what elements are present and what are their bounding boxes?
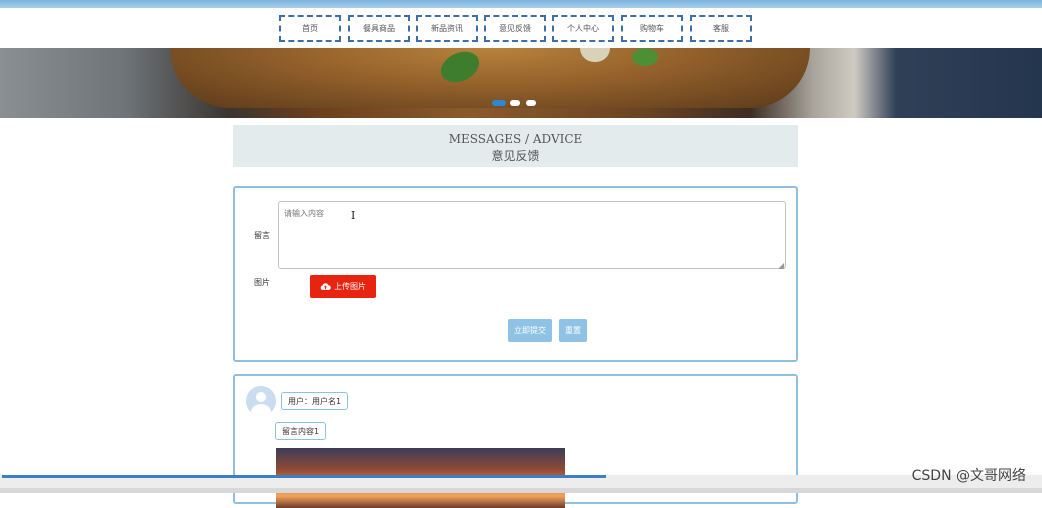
carousel-dot-1[interactable] xyxy=(492,100,506,106)
image-label: 图片 xyxy=(254,278,270,287)
nav-item-cart[interactable]: 购物车 xyxy=(621,15,683,42)
banner-food-image xyxy=(170,48,810,108)
carousel-dot-3[interactable] xyxy=(526,100,536,106)
message-label: 留言 xyxy=(254,231,270,240)
message-content: 留言内容1 xyxy=(275,422,327,440)
scrollbar-thumb[interactable] xyxy=(2,475,606,478)
hero-banner xyxy=(0,48,1042,118)
section-title-en: MESSAGES / ADVICE xyxy=(448,132,583,146)
nav-item-service[interactable]: 客服 xyxy=(690,15,752,42)
watermark-text: CSDN @文哥网络 xyxy=(911,468,1026,484)
upload-button-label: 上传图片 xyxy=(334,282,366,291)
horizontal-scrollbar[interactable] xyxy=(0,475,1042,493)
submit-button[interactable]: 立即提交 xyxy=(508,319,552,342)
nav-item-tableware[interactable]: 餐具商品 xyxy=(348,15,410,42)
top-nav: 首页 餐具商品 新品资讯 意见反馈 个人中心 购物车 客服 xyxy=(0,8,1042,48)
text-cursor-icon: I xyxy=(351,209,356,222)
section-title-cn: 意见反馈 xyxy=(491,149,540,163)
nav-item-news[interactable]: 新品资讯 xyxy=(416,15,478,42)
carousel-dot-2[interactable] xyxy=(510,100,520,106)
scrollbar-track xyxy=(0,488,1042,493)
banner-herb xyxy=(632,48,658,66)
reset-button[interactable]: 重置 xyxy=(559,319,587,342)
resize-handle-icon[interactable]: ◢ xyxy=(778,261,784,270)
nav-item-feedback[interactable]: 意见反馈 xyxy=(484,15,546,42)
feedback-form-panel: 留言 ◢ I 图片 上传图片 立即提交 重置 xyxy=(233,186,798,362)
nav-item-home[interactable]: 首页 xyxy=(279,15,341,42)
cloud-upload-icon xyxy=(320,283,331,290)
upload-image-button[interactable]: 上传图片 xyxy=(310,275,376,298)
user-avatar-icon xyxy=(246,386,276,416)
nav-item-profile[interactable]: 个人中心 xyxy=(552,15,614,42)
section-title-box: MESSAGES / ADVICE 意见反馈 xyxy=(233,125,798,167)
browser-top-strip xyxy=(0,0,1042,8)
message-user: 用户：用户名1 xyxy=(281,392,349,410)
